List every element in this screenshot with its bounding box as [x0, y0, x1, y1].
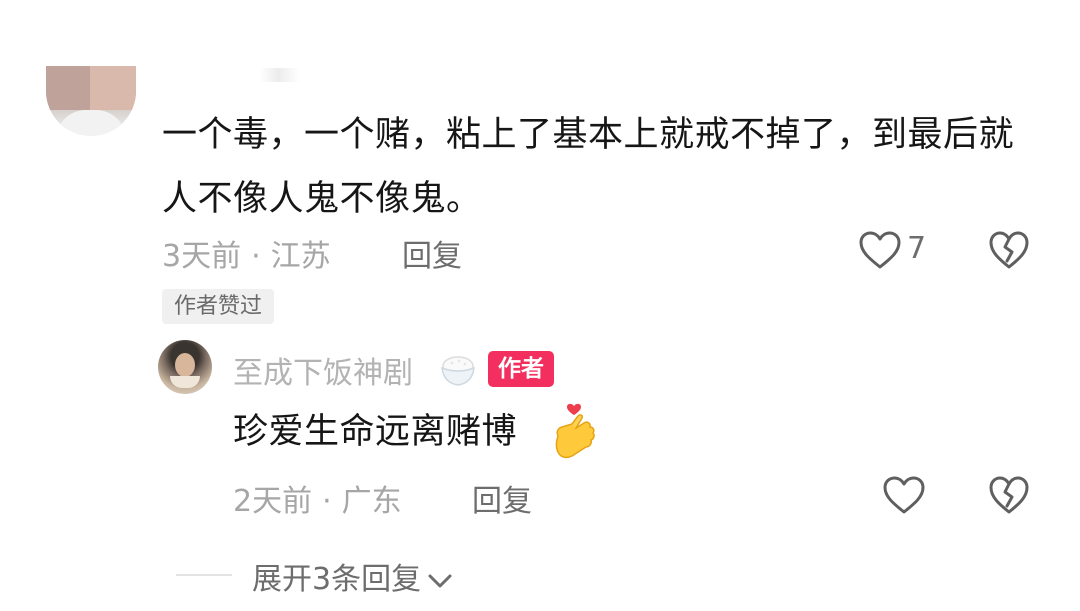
chevron-down-icon [427, 563, 453, 598]
reply-meta: 2天前 · 广东 [233, 476, 402, 520]
comment-meta: 3天前 · 江苏 [162, 231, 331, 275]
reply-location: 广东 [341, 484, 402, 519]
expand-replies-button[interactable]: 展开3条回复 [252, 554, 453, 598]
avatar-shirt [56, 110, 126, 136]
reply-username[interactable]: 至成下饭神剧 [233, 348, 413, 392]
author-liked-badge: 作者赞过 [162, 289, 275, 324]
username-obscured [260, 68, 300, 82]
avatar-bowl [170, 376, 200, 388]
heart-outline-icon [883, 476, 925, 514]
meta-separator: · [322, 484, 332, 519]
finger-heart-emoji [550, 402, 598, 462]
reply-like-button[interactable] [882, 475, 926, 515]
like-button[interactable] [858, 230, 902, 270]
avatar-mosaic [90, 66, 136, 110]
avatar-face [175, 353, 195, 377]
expand-replies-label: 展开3条回复 [252, 562, 422, 597]
comment-text: 一个毒，一个赌，粘上了基本上就戒不掉了，到最后就人不像人鬼不像鬼。 [162, 115, 1015, 219]
heart-outline-icon [859, 231, 901, 269]
comment-location: 江苏 [270, 239, 331, 274]
expand-divider [176, 574, 232, 576]
reply-avatar[interactable] [158, 340, 212, 394]
author-badge: 作者 [488, 351, 554, 387]
reply-text: 珍爱生命远离赌博 [233, 412, 518, 452]
reply-time: 2天前 [233, 484, 313, 519]
reply-reply-button[interactable]: 回复 [472, 476, 532, 520]
meta-separator: · [251, 239, 261, 274]
avatar-mosaic [46, 66, 90, 110]
reply-button[interactable]: 回复 [402, 231, 462, 275]
dislike-button[interactable] [988, 230, 1030, 270]
broken-heart-icon [989, 231, 1029, 269]
rice-bowl-icon [438, 352, 478, 388]
like-count: 7 [907, 231, 927, 266]
comment-time: 3天前 [162, 239, 242, 274]
broken-heart-icon [989, 476, 1029, 514]
reply-dislike-button[interactable] [988, 475, 1030, 515]
avatar[interactable] [46, 66, 136, 136]
